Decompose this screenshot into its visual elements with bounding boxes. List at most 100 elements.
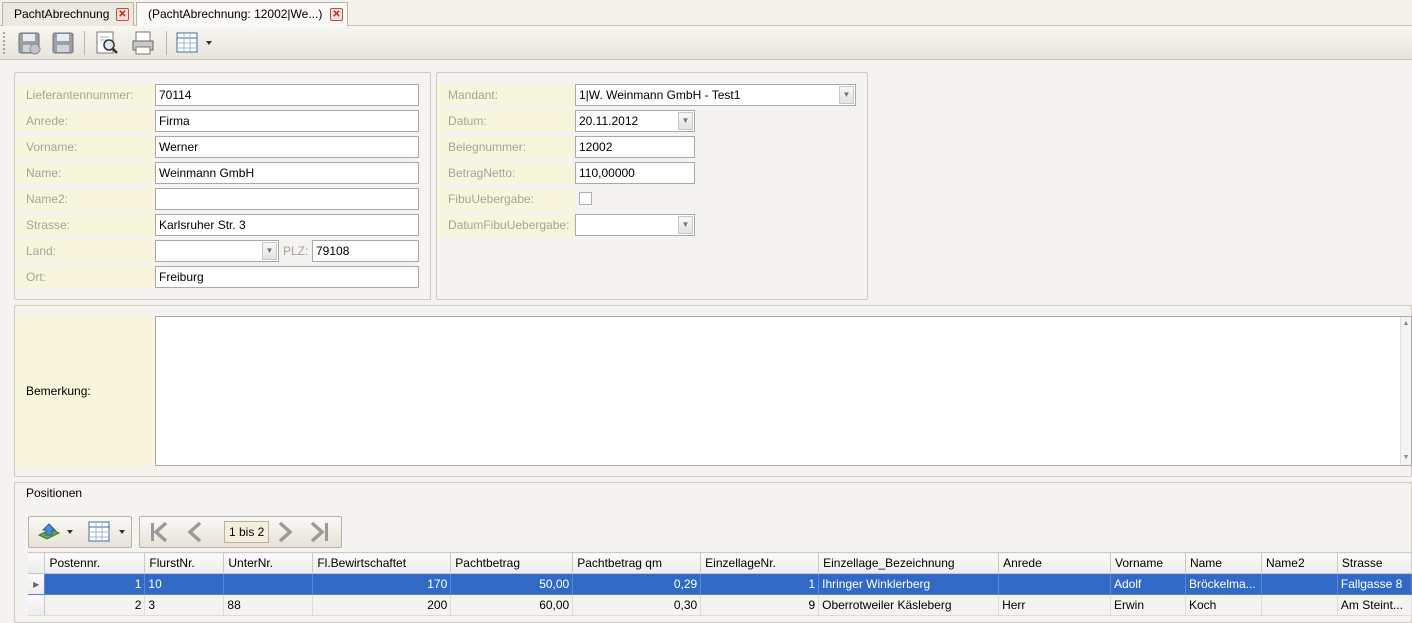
row-indicator-icon[interactable]: ▶ <box>28 573 46 595</box>
column-header[interactable]: Fl.Bewirtschaftet <box>312 552 452 574</box>
lieferantennummer-field[interactable]: 70114 <box>155 84 419 106</box>
chevron-down-icon[interactable]: ▼ <box>262 242 277 260</box>
last-page-button[interactable] <box>306 520 334 544</box>
main-toolbar <box>0 26 1412 60</box>
table-cell[interactable]: Oberrotweiler Käsleberg <box>818 594 1000 616</box>
chevron-down-icon[interactable]: ▼ <box>678 216 693 234</box>
table-cell[interactable]: 9 <box>700 594 820 616</box>
toolbar-grip[interactable] <box>3 32 6 54</box>
last-page-icon <box>310 521 328 543</box>
print-button[interactable] <box>130 30 156 56</box>
table-cell[interactable]: 88 <box>223 594 314 616</box>
chevron-down-icon[interactable]: ▼ <box>678 112 693 130</box>
column-header[interactable]: Postennr. <box>44 552 146 574</box>
next-page-button[interactable] <box>272 520 298 544</box>
table-row[interactable]: 2 3 88 200 60,00 0,30 9 Oberrotweiler Kä… <box>28 594 1412 616</box>
table-cell[interactable] <box>223 573 314 595</box>
column-header[interactable]: Anrede <box>998 552 1111 574</box>
save-icon <box>18 32 41 55</box>
scroll-up-icon[interactable]: ▲ <box>1401 317 1411 331</box>
name2-field[interactable] <box>155 188 419 210</box>
table-cell[interactable] <box>998 573 1111 595</box>
column-header[interactable]: Name2 <box>1261 552 1338 574</box>
row-header[interactable] <box>28 594 46 616</box>
chevron-down-icon <box>206 41 212 45</box>
table-cell[interactable]: Bröckelma... <box>1185 573 1262 595</box>
belegnummer-field[interactable]: 12002 <box>575 136 695 158</box>
mandant-label: Mandant: <box>437 84 575 106</box>
ort-label: Ort: <box>15 266 155 288</box>
export-icon <box>37 523 73 540</box>
column-header[interactable]: UnterNr. <box>223 552 314 574</box>
table-cell[interactable]: 3 <box>144 594 225 616</box>
belegnummer-label: Belegnummer: <box>437 136 575 158</box>
datumfibu-label: DatumFibuUebergabe: <box>437 214 575 236</box>
save-all-icon <box>52 32 74 54</box>
save-button[interactable] <box>16 30 42 56</box>
first-page-button[interactable] <box>146 520 172 544</box>
close-icon[interactable]: ✕ <box>330 8 343 21</box>
table-cell[interactable]: 1 <box>700 573 820 595</box>
betragnetto-field[interactable]: 110,00000 <box>575 162 695 184</box>
land-label: Land: <box>15 240 155 262</box>
tab-pachtabrechnung[interactable]: PachtAbrechnung ✕ <box>2 2 134 26</box>
table-cell[interactable]: 10 <box>144 573 225 595</box>
datumfibu-field[interactable]: ▼ <box>575 214 695 236</box>
table-cell[interactable]: Ihringer Winklerberg <box>818 573 1000 595</box>
column-header[interactable]: Pachtbetrag qm <box>572 552 702 574</box>
bemerkung-textarea[interactable]: ▲ ▼ <box>155 316 1412 466</box>
table-cell[interactable]: 1 <box>44 573 146 595</box>
table-cell[interactable]: Herr <box>998 594 1111 616</box>
bemerkung-scrollbar[interactable]: ▲ ▼ <box>1400 317 1411 465</box>
name-field[interactable]: Weinmann GmbH <box>155 162 419 184</box>
vorname-label: Vorname: <box>15 136 155 158</box>
table-cell[interactable]: Erwin <box>1110 594 1186 616</box>
table-cell[interactable] <box>1261 594 1338 616</box>
column-header[interactable]: Einzellage_Bezeichnung <box>818 552 1000 574</box>
table-cell[interactable]: Am Steint... <box>1337 594 1412 616</box>
fibuuebergabe-label: FibuUebergabe: <box>437 188 575 210</box>
scroll-down-icon[interactable]: ▼ <box>1401 451 1411 465</box>
column-header[interactable]: Vorname <box>1110 552 1186 574</box>
column-header[interactable]: Name <box>1185 552 1262 574</box>
table-row[interactable]: ▶ 1 10 170 50,00 0,29 1 Ihringer Winkler… <box>28 573 1412 595</box>
grid-layout-button[interactable] <box>85 520 129 544</box>
mandant-value: 1|W. Weinmann GmbH - Test1 <box>579 88 741 102</box>
vorname-field[interactable]: Werner <box>155 136 419 158</box>
close-icon[interactable]: ✕ <box>116 8 129 21</box>
table-cell[interactable]: 60,00 <box>450 594 574 616</box>
ort-field[interactable]: Freiburg <box>155 266 419 288</box>
positionen-title: Positionen <box>26 486 83 500</box>
table-cell[interactable]: 200 <box>312 594 452 616</box>
fibuuebergabe-checkbox[interactable] <box>579 192 592 205</box>
table-cell[interactable]: Adolf <box>1110 573 1186 595</box>
column-header[interactable]: FlurstNr. <box>144 552 225 574</box>
tab-pachtabrechnung-12002[interactable]: (PachtAbrechnung: 12002|We...) ✕ <box>136 2 348 27</box>
plz-field[interactable]: 79108 <box>312 240 419 262</box>
table-cell[interactable]: 0,29 <box>572 573 702 595</box>
table-cell[interactable]: 0,30 <box>572 594 702 616</box>
bemerkung-label: Bemerkung: <box>15 316 155 466</box>
prev-page-button[interactable] <box>182 520 208 544</box>
anrede-field[interactable]: Firma <box>155 110 419 132</box>
column-header[interactable]: Strasse <box>1337 552 1412 574</box>
row-header-corner <box>28 552 46 574</box>
table-cell[interactable]: 170 <box>312 573 452 595</box>
save-all-button[interactable] <box>50 30 76 56</box>
grid-layout-button[interactable] <box>174 30 214 56</box>
mandant-select[interactable]: 1|W. Weinmann GmbH - Test1 ▼ <box>575 84 856 106</box>
chevron-down-icon[interactable]: ▼ <box>839 86 854 104</box>
print-preview-button[interactable] <box>94 30 120 56</box>
table-cell[interactable] <box>1261 573 1338 595</box>
export-button[interactable] <box>35 520 77 544</box>
table-cell[interactable]: 2 <box>44 594 146 616</box>
datum-field[interactable]: 20.11.2012 ▼ <box>575 110 695 132</box>
table-cell[interactable]: 50,00 <box>450 573 574 595</box>
land-select[interactable]: ▼ <box>155 240 279 262</box>
page-indicator: 1 bis 2 <box>224 521 270 543</box>
table-cell[interactable]: Fallgasse 8 <box>1337 573 1412 595</box>
column-header[interactable]: EinzellageNr. <box>700 552 820 574</box>
column-header[interactable]: Pachtbetrag <box>450 552 574 574</box>
strasse-field[interactable]: Karlsruher Str. 3 <box>155 214 419 236</box>
table-cell[interactable]: Koch <box>1185 594 1262 616</box>
